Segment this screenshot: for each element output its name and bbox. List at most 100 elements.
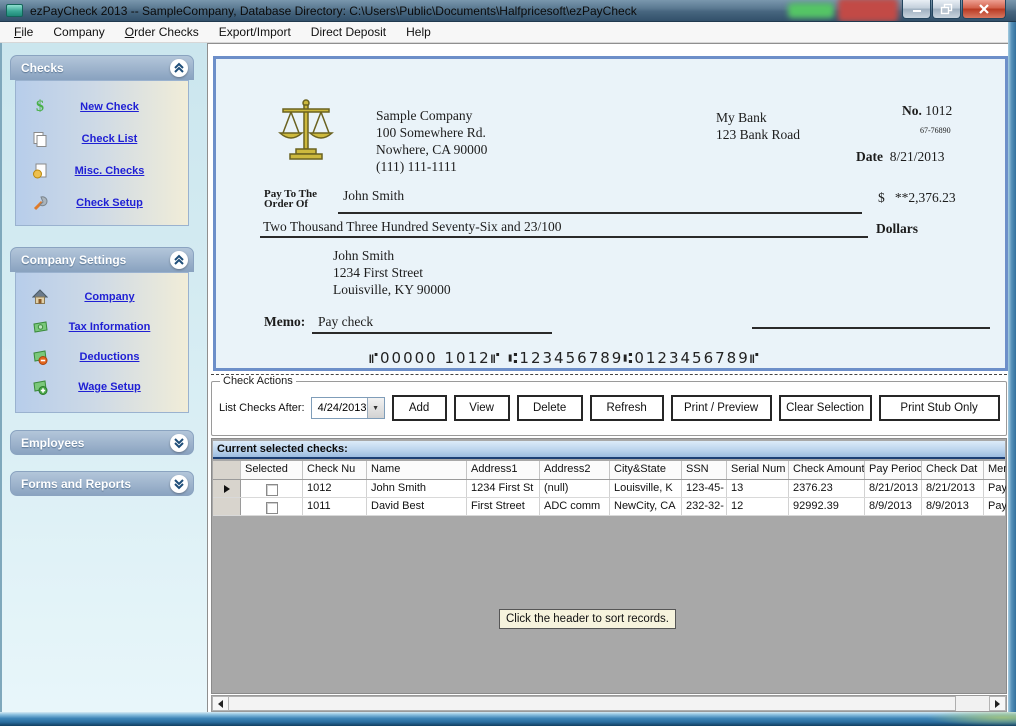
payee-underline xyxy=(338,212,862,214)
address2-cell[interactable]: ADC comm xyxy=(540,498,610,515)
memo-cell[interactable]: Pay c xyxy=(984,498,1007,515)
close-button[interactable] xyxy=(962,0,1006,19)
menu-export-import[interactable]: Export/Import xyxy=(209,23,301,41)
sidebar-section-employees[interactable]: Employees xyxy=(10,430,194,455)
amount-cell[interactable]: 92992.39 xyxy=(789,498,865,515)
menu-file[interactable]: File xyxy=(4,23,43,41)
check-number-cell[interactable]: 1012 xyxy=(303,480,367,497)
column-header[interactable]: Serial Num xyxy=(727,461,789,479)
column-header[interactable]: Address2 xyxy=(540,461,610,479)
restore-button[interactable] xyxy=(932,0,961,19)
sidebar-section-company-settings[interactable]: Company Settings xyxy=(10,247,194,272)
address1-cell[interactable]: First Street xyxy=(467,498,540,515)
dropdown-arrow-icon[interactable]: ▼ xyxy=(367,398,384,418)
city-state-cell[interactable]: Louisville, K xyxy=(610,480,682,497)
minimize-button[interactable] xyxy=(902,0,931,19)
print-stub-only-button[interactable]: Print Stub Only xyxy=(879,395,1000,421)
sidebar-item-tax-information[interactable]: Tax Information xyxy=(16,315,188,339)
city-state-cell[interactable]: NewCity, CA xyxy=(610,498,682,515)
column-header[interactable]: Pay Period xyxy=(865,461,922,479)
column-header[interactable]: Address1 xyxy=(467,461,540,479)
address2-cell[interactable]: (null) xyxy=(540,480,610,497)
name-cell[interactable]: John Smith xyxy=(367,480,467,497)
column-header[interactable]: Name xyxy=(367,461,467,479)
ssn-cell[interactable]: 232-32- xyxy=(682,498,727,515)
background-blob-red xyxy=(838,0,898,22)
splitter-line xyxy=(211,374,1007,375)
row-selector[interactable] xyxy=(213,480,241,497)
table-header-row: Selected Check Nu Name Address1 Address2… xyxy=(213,461,1005,480)
selected-cell[interactable] xyxy=(241,498,303,515)
sidebar-item-wage-setup[interactable]: Wage Setup xyxy=(16,375,188,399)
list-checks-after-label: List Checks After: xyxy=(219,402,305,414)
print-preview-button[interactable]: Print / Preview xyxy=(671,395,772,421)
amount-cell[interactable]: 2376.23 xyxy=(789,480,865,497)
row-checkbox[interactable] xyxy=(266,484,278,496)
section-title: Forms and Reports xyxy=(21,477,131,491)
collapse-company-settings-icon[interactable] xyxy=(170,251,188,269)
column-header[interactable]: SSN xyxy=(682,461,727,479)
sidebar-item-misc-checks[interactable]: Misc. Checks xyxy=(16,159,188,183)
sidebar-section-forms-and-reports[interactable]: Forms and Reports xyxy=(10,471,194,496)
sidebar-section-checks[interactable]: Checks xyxy=(10,55,194,80)
restore-icon xyxy=(940,3,954,15)
column-header[interactable]: Check Nu xyxy=(303,461,367,479)
serial-cell[interactable]: 12 xyxy=(727,498,789,515)
money-plus-icon xyxy=(31,378,49,396)
list-checks-after-date[interactable]: 4/24/2013 ▼ xyxy=(311,397,385,419)
home-icon xyxy=(31,288,49,306)
sidebar-item-check-list[interactable]: Check List xyxy=(16,127,188,151)
selector-column-header xyxy=(213,461,241,479)
column-header[interactable]: Memo xyxy=(984,461,1007,479)
add-button[interactable]: Add xyxy=(392,395,447,421)
serial-cell[interactable]: 13 xyxy=(727,480,789,497)
menu-order-checks[interactable]: Order Checks xyxy=(115,23,209,41)
close-icon xyxy=(978,3,990,15)
signature-line xyxy=(752,327,990,329)
scroll-right-icon xyxy=(995,700,1000,708)
titlebar[interactable]: ezPayCheck 2013 -- SampleCompany, Databa… xyxy=(0,0,1016,22)
company-address: 100 Somewhere Rd. xyxy=(376,124,487,141)
row-checkbox[interactable] xyxy=(266,502,278,514)
money-minus-icon xyxy=(31,348,49,366)
pay-period-cell[interactable]: 8/9/2013 xyxy=(865,498,922,515)
collapse-checks-icon[interactable] xyxy=(170,59,188,77)
clear-selection-button[interactable]: Clear Selection xyxy=(779,395,872,421)
check-date-cell[interactable]: 8/21/2013 xyxy=(922,480,984,497)
delete-button[interactable]: Delete xyxy=(517,395,583,421)
column-header[interactable]: Check Amount xyxy=(789,461,865,479)
pay-period-cell[interactable]: 8/21/2013 xyxy=(865,480,922,497)
address1-cell[interactable]: 1234 First St xyxy=(467,480,540,497)
row-selector[interactable] xyxy=(213,498,241,515)
scrollbar-thumb[interactable] xyxy=(229,696,956,711)
table-row[interactable]: 1011 David Best First Street ADC comm Ne… xyxy=(213,498,1005,516)
scroll-left-button[interactable] xyxy=(212,696,229,711)
company-city: Nowhere, CA 90000 xyxy=(376,141,487,158)
horizontal-scrollbar[interactable] xyxy=(211,695,1007,712)
expand-forms-reports-icon[interactable] xyxy=(170,475,188,493)
check-number-cell[interactable]: 1011 xyxy=(303,498,367,515)
menu-direct-deposit[interactable]: Direct Deposit xyxy=(301,23,396,41)
grid-title: Current selected checks: xyxy=(213,441,1005,459)
scroll-right-button[interactable] xyxy=(989,696,1006,711)
menu-help[interactable]: Help xyxy=(396,23,441,41)
view-button[interactable]: View xyxy=(454,395,510,421)
column-header[interactable]: Check Dat xyxy=(922,461,984,479)
sidebar-item-new-check[interactable]: $ New Check xyxy=(16,95,188,119)
sidebar-item-deductions[interactable]: Deductions xyxy=(16,345,188,369)
sidebar-item-check-setup[interactable]: Check Setup xyxy=(16,191,188,215)
table-row[interactable]: 1012 John Smith 1234 First St (null) Lou… xyxy=(213,480,1005,498)
memo-cell[interactable]: Pay c xyxy=(984,480,1007,497)
checks-panel-body: $ New Check Check List Misc. Checks xyxy=(15,80,189,226)
column-header[interactable]: City&State xyxy=(610,461,682,479)
name-cell[interactable]: David Best xyxy=(367,498,467,515)
selected-cell[interactable] xyxy=(241,480,303,497)
refresh-button[interactable]: Refresh xyxy=(590,395,664,421)
column-header[interactable]: Selected xyxy=(241,461,303,479)
check-date-cell[interactable]: 8/9/2013 xyxy=(922,498,984,515)
menu-company[interactable]: Company xyxy=(43,23,114,41)
sidebar-item-company[interactable]: Company xyxy=(16,285,188,309)
expand-employees-icon[interactable] xyxy=(170,434,188,452)
scrollbar-track[interactable] xyxy=(956,696,989,711)
ssn-cell[interactable]: 123-45- xyxy=(682,480,727,497)
